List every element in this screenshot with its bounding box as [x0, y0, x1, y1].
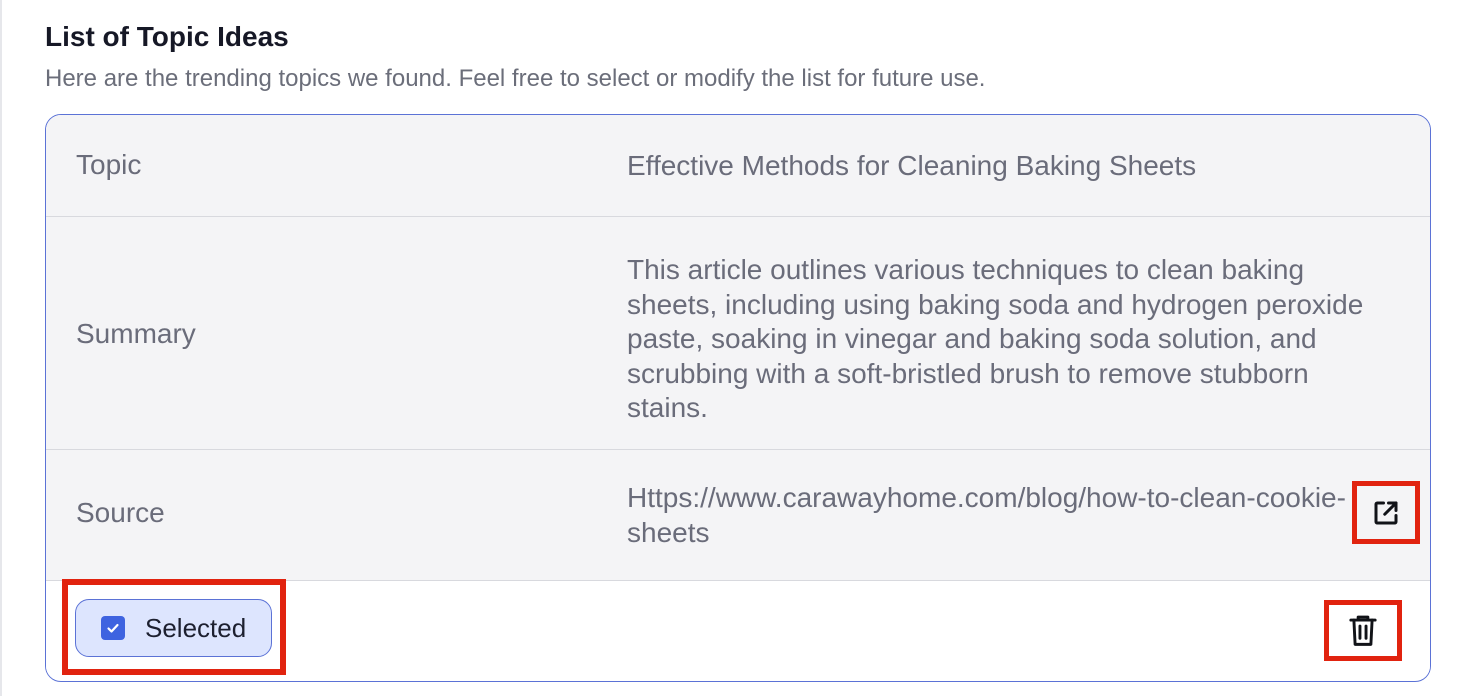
card-footer: Selected — [46, 579, 1430, 679]
summary-label: Summary — [76, 318, 196, 349]
open-source-button[interactable] — [1352, 481, 1420, 544]
delete-button[interactable] — [1324, 600, 1402, 661]
source-url[interactable]: Https://www.carawayhome.com/blog/how-to-… — [627, 481, 1357, 550]
check-icon — [107, 623, 119, 633]
external-link-icon — [1374, 501, 1398, 524]
section-title: List of Topic Ideas — [45, 21, 289, 52]
summary-value: This article outlines various techniques… — [627, 254, 1364, 423]
topic-label: Topic — [76, 149, 142, 180]
page-left-divider — [0, 0, 2, 696]
source-row: Source Https://www.carawayhome.com/blog/… — [46, 450, 1430, 581]
source-label: Source — [76, 497, 165, 528]
topic-row: Topic Effective Methods for Cleaning Bak… — [46, 115, 1430, 217]
summary-row: Summary This article outlines various te… — [46, 217, 1430, 450]
selected-toggle[interactable]: Selected — [75, 599, 272, 657]
topic-ideas-section: List of Topic Ideas Here are the trendin… — [45, 20, 1431, 682]
selected-checkbox[interactable] — [101, 616, 125, 640]
selected-highlight: Selected — [62, 579, 286, 675]
selected-label: Selected — [145, 612, 247, 643]
trash-icon — [1349, 615, 1377, 646]
topic-value: Effective Methods for Cleaning Baking Sh… — [627, 150, 1197, 181]
topic-card: Topic Effective Methods for Cleaning Bak… — [45, 114, 1431, 682]
section-subtitle: Here are the trending topics we found. F… — [45, 65, 986, 92]
